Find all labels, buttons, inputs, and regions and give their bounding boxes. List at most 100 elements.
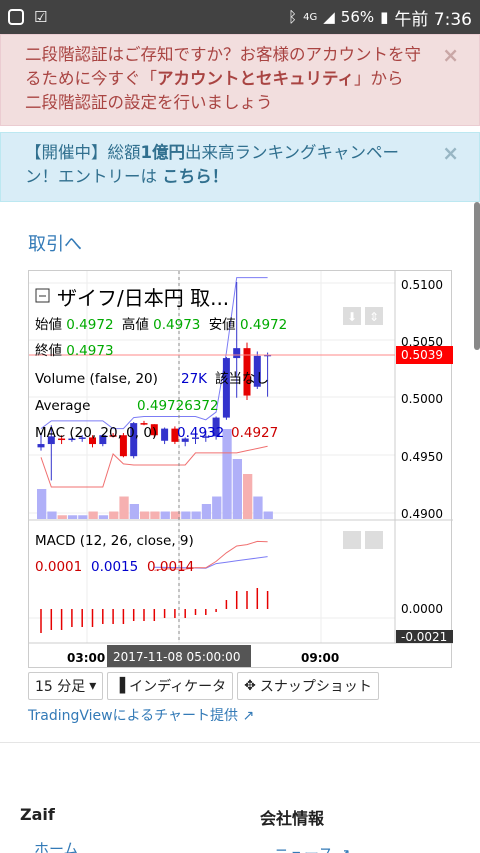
footer-col-zaif: Zaif ホーム [20,805,79,853]
footer: Zaif ホーム 会社情報 ニュース ↗ [0,743,480,853]
volume-legend: Volume (false, 20) [35,371,158,387]
entry-link[interactable]: こちら！ [162,167,228,186]
price-tick: 0.5000 [401,392,443,406]
footer-col-company: 会社情報 ニュース ↗ [260,805,351,853]
volume-bar [243,474,253,519]
close-row: 終値 0.4973 [35,343,114,359]
maximize-icon[interactable] [365,531,383,549]
open-value: 0.4972 [66,317,113,333]
alert-text: ン！エントリーは [25,167,163,186]
high-label: 高値 [122,316,149,333]
scrollbar[interactable] [474,202,480,350]
candle-body [161,428,169,441]
last-price-label: 0.5039 [401,348,443,362]
indicators-button[interactable]: ▐ インディケータ [107,672,234,700]
move-icon: ✥ [244,678,256,694]
external-link-icon: ↗ [338,845,351,853]
tradingview-chart[interactable]: 0.5100 0.5050 0.5000 0.4950 0.4900 0.503… [28,270,453,669]
time-tick: 09:00 [301,651,339,665]
low-value: 0.4972 [240,317,287,333]
average-value: 0.49726372 [137,398,219,414]
volume-bar [88,511,98,519]
close-icon[interactable]: × [442,43,459,67]
clock: 午前 7:36 [394,9,472,30]
volume-bar [222,429,232,519]
alert-text: 出来高ランキングキャンペー [184,143,399,162]
network-label: 4G [303,11,318,23]
bluetooth-icon: ᛒ [288,8,298,26]
two-factor-alert: 二段階認証はご存知ですか？お客様のアカウントを守 るために今すぐ「アカウントとセ… [0,34,480,126]
volume-na: 該当なし [215,371,269,387]
volume-bar [57,515,67,519]
candle-body [37,444,45,448]
mac-legend: MAC (20, 20, 0, 0) [35,425,157,441]
main-content: 取引へ 0.5100 0.5050 0.5000 0.4950 0.4900 0… [0,202,480,742]
volume-bar [67,515,78,519]
volume-bar [37,489,47,519]
volume-bar [232,459,242,519]
account-security-link[interactable]: アカウントとセキュリティ [157,69,354,88]
close-value: 0.4973 [66,343,113,359]
crosshair-time-label: 2017-11-08 05:00:00 [113,650,240,664]
ohlc-row: 始値 0.4972 高値 0.4973 安値 0.4972 [35,316,287,333]
volume-bar [160,511,170,519]
volume-bar [191,511,201,519]
interval-select[interactable]: 15 分足 ▾ [28,672,104,700]
indicators-label: インディケータ [129,679,227,695]
caret-down-icon: ▾ [89,678,97,694]
alert-text-line1: 二段階認証はご存知ですか？お客様のアカウントを守 [25,45,421,64]
volume-bar [129,504,139,519]
macd-value: 0.0001 [35,559,82,575]
bar-chart-icon: ▐ [114,678,126,694]
legend-buttons[interactable]: ⬇ ⇕ [343,307,383,325]
snapshot-button[interactable]: ✥ スナップショット [237,672,379,700]
alert-text-line3: 二段階認証の設定を行いましょう [25,93,273,112]
average-legend: Average [35,398,90,414]
status-bar: ☑ ᛒ 4G ◢ 56% ▮ 午前 7:36 [0,0,480,34]
volume-bar [47,511,57,519]
volume-bar [212,496,222,519]
signal-icon: ◢ [323,8,335,26]
macd-tick: 0.0000 [401,602,443,616]
time-tick: 03:00 [67,651,105,665]
footer-link-news[interactable]: ニュース ↗ [274,843,351,853]
volume-bar [253,496,263,519]
footer-heading: Zaif [20,805,55,824]
footer-link-home[interactable]: ホーム [34,838,79,853]
tradingview-credit-link[interactable]: TradingViewによるチャート提供 ↗ [28,705,254,725]
candle-body [222,358,230,418]
chart-canvas[interactable]: 0.5100 0.5050 0.5000 0.4950 0.4900 0.503… [29,271,453,669]
volume-bar [78,515,88,519]
alert-text: 」から [354,69,404,88]
battery-icon: ▮ [380,8,389,26]
mac-value-upper: 0.4932 [177,425,224,441]
symbol-title: ザイフ/日本円 取... [57,286,229,310]
external-link-icon: ↗ [242,708,255,724]
volume-bar [119,496,129,519]
price-tick: 0.4900 [401,507,443,521]
high-value: 0.4973 [153,317,200,333]
snapshot-label: スナップショット [259,679,372,695]
volume-bar [201,504,212,519]
close-label: 終値 [35,343,62,359]
volume-bar [109,511,119,519]
interval-label: 15 分足 [35,679,86,695]
back-to-trade-link[interactable]: 取引へ [28,230,82,256]
macd-pane-buttons[interactable] [343,531,383,549]
arrow-down-icon: ⬇ [347,310,357,324]
macd-tag-label: -0.0021 [401,630,447,644]
move-up-icon[interactable] [343,531,361,549]
volume-bar [140,511,150,519]
alert-text: るために今すぐ「 [25,69,157,88]
instagram-icon [8,9,24,25]
footer-heading: 会社情報 [260,809,325,828]
price-tick: 0.5100 [401,278,443,292]
mac-value-lower: 0.4927 [231,425,278,441]
notification-icon: ☑ [34,8,48,26]
volume-bar [98,515,109,519]
close-icon[interactable]: × [442,141,459,165]
arrow-updown-icon: ⇕ [369,310,379,324]
credit-text: TradingViewによるチャート提供 [28,708,239,724]
volume-bar [181,511,191,519]
macd-hist-value: 0.0014 [147,559,194,575]
